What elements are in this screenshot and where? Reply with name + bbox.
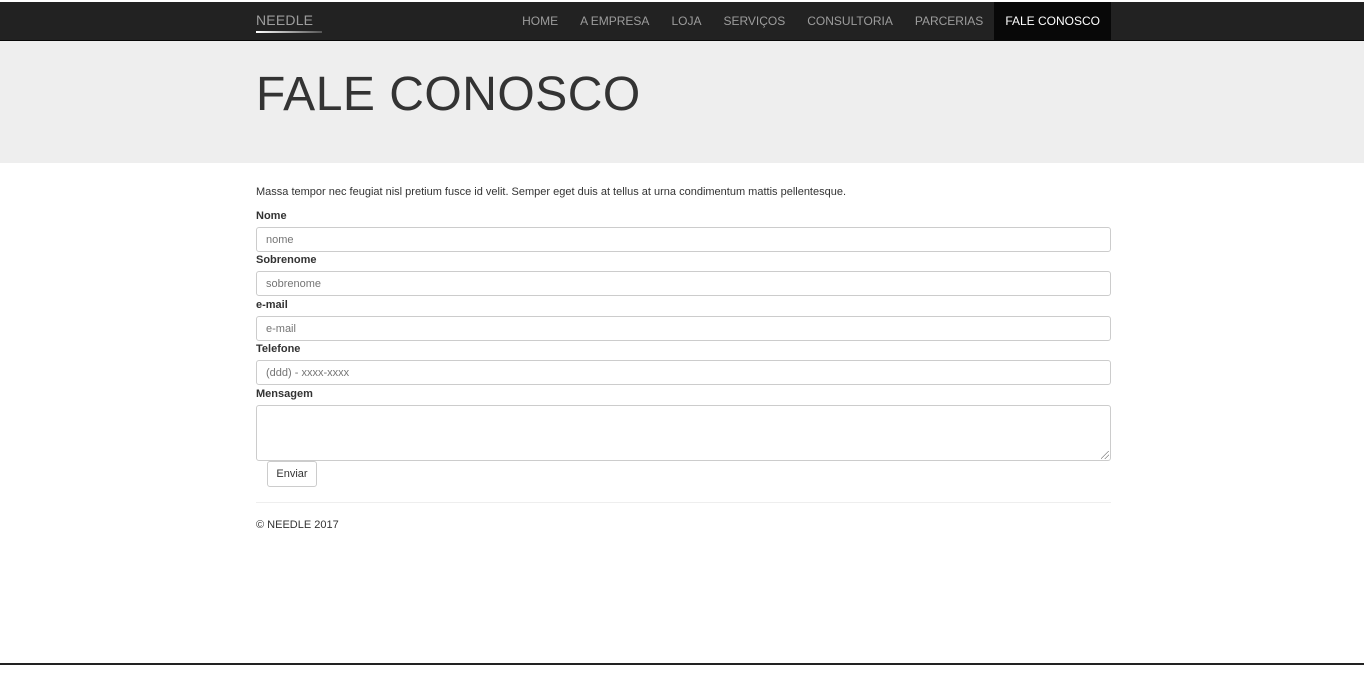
- resize-grip-icon[interactable]: [1101, 451, 1109, 459]
- page-title: FALE CONOSCO: [256, 68, 641, 121]
- sobrenome-input[interactable]: [256, 271, 1111, 296]
- telefone-input[interactable]: [256, 360, 1111, 385]
- nav-a-empresa[interactable]: A EMPRESA: [569, 2, 660, 40]
- divider: [256, 502, 1111, 503]
- brand-underline: [256, 31, 322, 33]
- nome-label: Nome: [256, 210, 287, 222]
- navbar: NEEDLE HOME A EMPRESA LOJA SERVIÇOS CONS…: [0, 2, 1364, 41]
- footer-copyright: © NEEDLE 2017: [256, 519, 339, 531]
- nome-input[interactable]: [256, 227, 1111, 252]
- nav-fale-conosco[interactable]: FALE CONOSCO: [994, 2, 1111, 40]
- bottom-border: [0, 663, 1364, 665]
- email-label: e-mail: [256, 299, 288, 311]
- page-header: FALE CONOSCO: [0, 41, 1364, 163]
- nav-servicos[interactable]: SERVIÇOS: [712, 2, 796, 40]
- nav-consultoria[interactable]: CONSULTORIA: [796, 2, 904, 40]
- nav-parcerias[interactable]: PARCERIAS: [904, 2, 994, 40]
- contact-form: Massa tempor nec feugiat nisl pretium fu…: [256, 185, 1111, 487]
- email-input[interactable]: [256, 316, 1111, 341]
- intro-text: Massa tempor nec feugiat nisl pretium fu…: [256, 186, 847, 198]
- sobrenome-label: Sobrenome: [256, 254, 317, 266]
- nav-menu: HOME A EMPRESA LOJA SERVIÇOS CONSULTORIA…: [511, 2, 1111, 40]
- telefone-label: Telefone: [256, 343, 301, 355]
- brand-logo[interactable]: NEEDLE: [256, 12, 313, 28]
- mensagem-textarea[interactable]: [256, 405, 1111, 461]
- nav-home[interactable]: HOME: [511, 2, 569, 40]
- enviar-button[interactable]: Enviar: [267, 461, 317, 487]
- mensagem-label: Mensagem: [256, 388, 313, 400]
- nav-loja[interactable]: LOJA: [660, 2, 712, 40]
